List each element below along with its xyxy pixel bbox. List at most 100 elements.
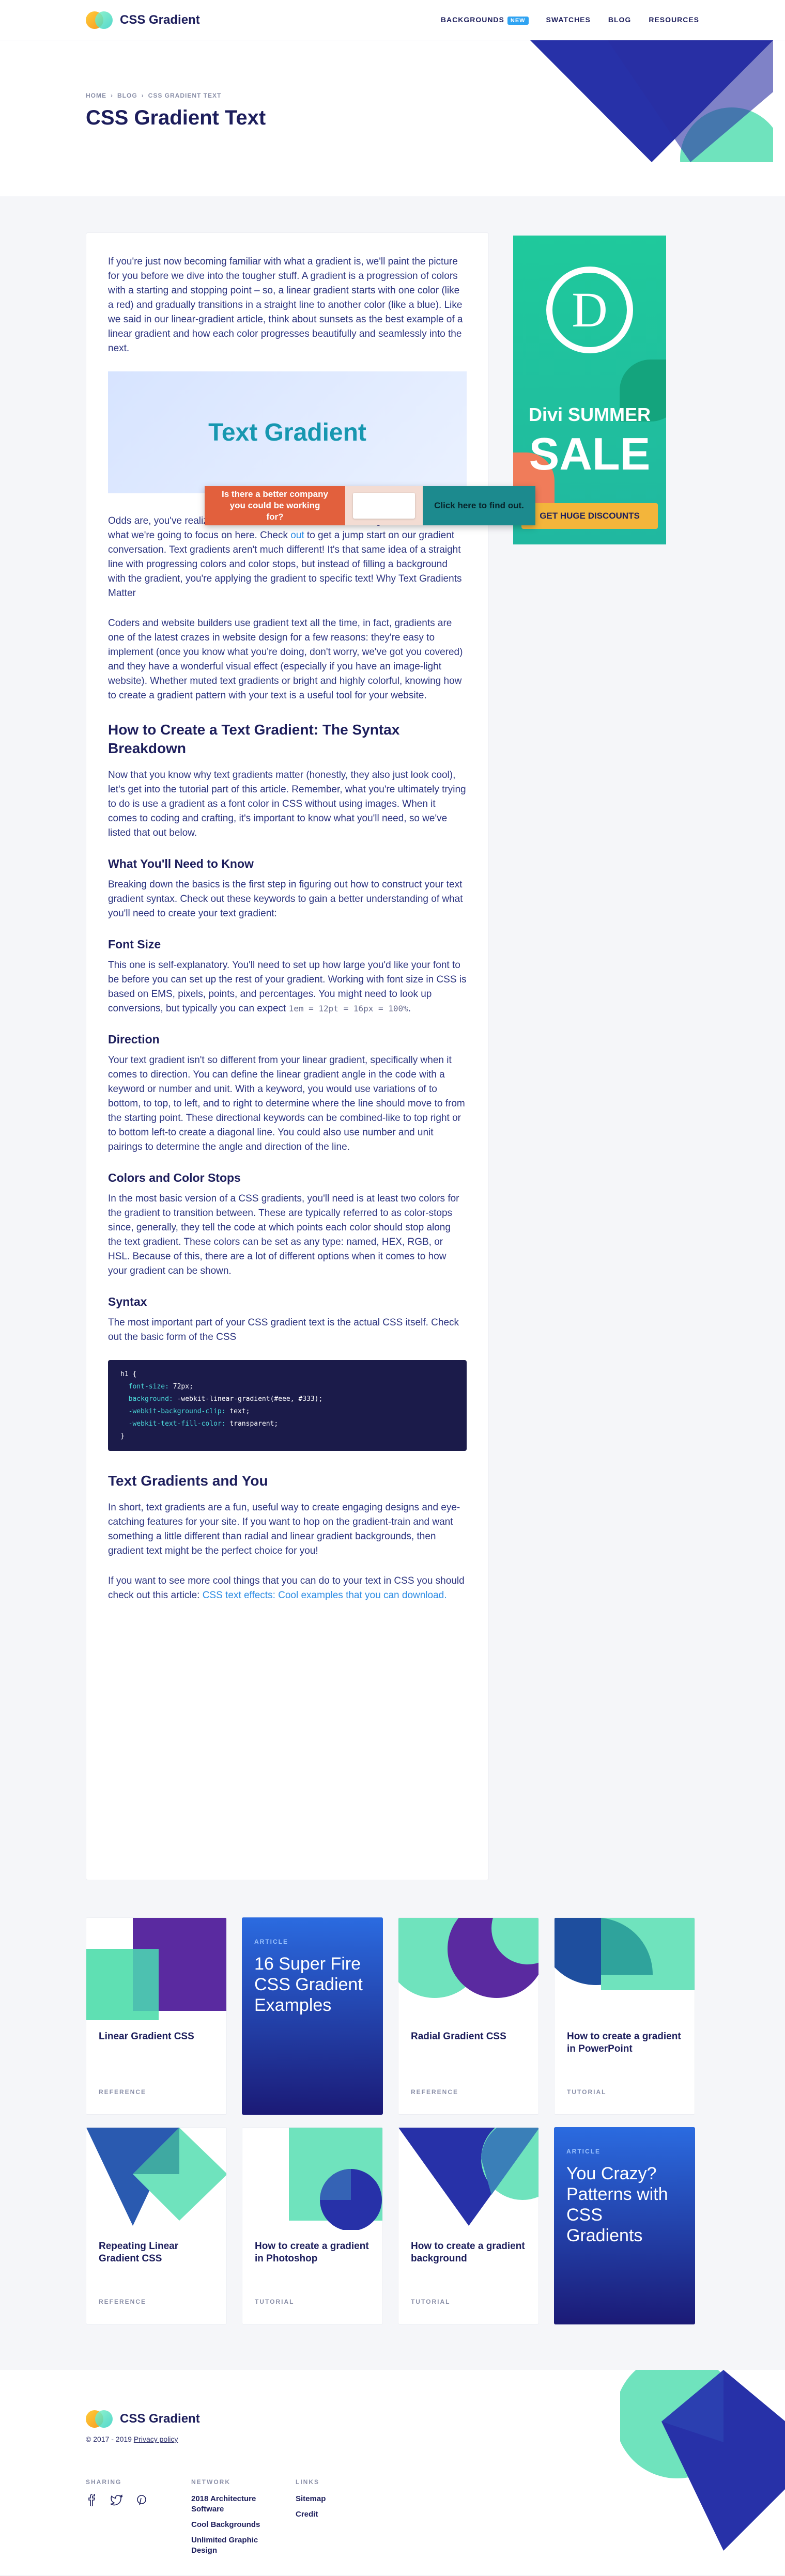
card-title: Repeating Linear Gradient CSS <box>99 2241 179 2264</box>
inline-code: 1em = 12pt = 16px = 100% <box>288 1004 408 1013</box>
code-line: -webkit-background-clip: text; <box>128 1408 250 1415</box>
paragraph: Your text gradient isn't so different fr… <box>108 1055 465 1152</box>
code-block: h1 { font-size: 72px; background: -webki… <box>108 1360 467 1451</box>
breadcrumb: HOME › BLOG › CSS GRADIENT TEXT <box>86 92 222 99</box>
card-powerpoint[interactable]: How to create a gradient in PowerPoint T… <box>554 1917 695 2115</box>
card-art <box>86 2128 226 2226</box>
card-title: How to create a gradient in Photoshop <box>255 2241 369 2264</box>
card-title: Linear Gradient CSS <box>99 2031 194 2042</box>
card-feature-examples[interactable]: ARTICLE 16 Super Fire CSS Gradient Examp… <box>242 1917 383 2115</box>
nav-backgrounds[interactable]: BACKGROUNDS NEW <box>440 15 529 25</box>
card-title: Radial Gradient CSS <box>411 2031 506 2042</box>
inline-link[interactable]: out <box>290 530 304 541</box>
logo-icon <box>86 11 114 29</box>
card-label: ARTICLE <box>254 1938 288 1945</box>
related-cards: Linear Gradient CSS REFERENCE ARTICLE 16… <box>0 1880 785 2370</box>
copyright-text: © 2017 - 2019 <box>86 2435 134 2443</box>
intro-paragraph: If you're just now becoming familiar wit… <box>108 256 463 354</box>
breadcrumb-current: CSS GRADIENT TEXT <box>148 92 222 99</box>
paragraph: If you want to see more cool things that… <box>108 1574 467 1603</box>
subsection-heading: Colors and Color Stops <box>108 1171 241 1184</box>
footer-logo-text: CSS Gradient <box>120 2412 200 2426</box>
code-line: } <box>120 1432 125 1440</box>
card-title: You Crazy? Patterns with CSS Gradients <box>566 2164 668 2245</box>
twitter-icon[interactable] <box>109 2494 124 2506</box>
card-radial-gradient[interactable]: Radial Gradient CSS REFERENCE <box>398 1917 539 2115</box>
card-tag: REFERENCE <box>99 2298 147 2305</box>
card-feature-patterns[interactable]: ARTICLE You Crazy? Patterns with CSS Gra… <box>554 2127 695 2324</box>
footer-heading: LINKS <box>296 2478 319 2486</box>
card-repeating-linear[interactable]: Repeating Linear Gradient CSS REFERENCE <box>86 2127 227 2324</box>
copyright: © 2017 - 2019 Privacy policy <box>86 2435 178 2443</box>
ad-headline: Divi SUMMER <box>528 404 651 425</box>
ad-sale: SALE <box>529 428 651 479</box>
footer-link[interactable]: Cool Backgrounds <box>191 2520 274 2530</box>
paragraph: Odds are, you've realized how beautiful … <box>108 514 467 601</box>
breadcrumb-blog[interactable]: BLOG <box>117 92 137 99</box>
subsection-heading: Syntax <box>108 1295 147 1308</box>
card-tag: TUTORIAL <box>255 2298 295 2305</box>
card-art <box>86 1918 226 2020</box>
subsection-heading: Direction <box>108 1033 160 1046</box>
card-tag: REFERENCE <box>99 2088 147 2096</box>
text-span: . <box>408 1003 411 1014</box>
paragraph: Breaking down the basics is the first st… <box>108 879 463 919</box>
hero-decoration <box>530 40 773 162</box>
card-tag: TUTORIAL <box>411 2298 451 2305</box>
paragraph: Coders and website builders use gradient… <box>108 618 463 701</box>
nav-label: BACKGROUNDS <box>440 15 504 24</box>
facebook-icon[interactable] <box>86 2493 98 2507</box>
site-logo[interactable]: CSS Gradient <box>86 11 200 29</box>
footer-heading: NETWORK <box>191 2478 230 2486</box>
footer-link[interactable]: Sitemap <box>296 2494 378 2504</box>
footer-heading: SHARING <box>86 2478 122 2486</box>
nav-resources[interactable]: RESOURCES <box>649 15 699 24</box>
code-line: h1 { <box>120 1370 137 1378</box>
breadcrumb-home[interactable]: HOME <box>86 92 106 99</box>
footer-logo[interactable]: CSS Gradient <box>86 2410 200 2428</box>
logo-icon <box>86 2410 114 2428</box>
text-span: This one is self-explanatory. You'll nee… <box>108 960 467 1014</box>
promo-banner[interactable]: Is there a better company you could be w… <box>205 486 535 525</box>
article-link[interactable]: CSS text effects: Cool examples that you… <box>203 1590 447 1601</box>
footer-link[interactable]: 2018 Architecture Software <box>191 2494 274 2515</box>
sidebar-ad[interactable]: D Divi SUMMER SALE GET HUGE DISCOUNTS <box>513 236 666 544</box>
card-tag: REFERENCE <box>411 2088 459 2096</box>
divi-logo-letter: D <box>572 282 608 337</box>
footer-links: LINKS Sitemap Credit <box>296 2478 378 2525</box>
paragraph: Now that you know why text gradients mat… <box>108 770 466 838</box>
paragraph: In the most basic version of a CSS gradi… <box>108 1193 459 1276</box>
demo-text: Text Gradient <box>208 418 366 446</box>
card-label: ARTICLE <box>566 2148 601 2155</box>
card-linear-gradient[interactable]: Linear Gradient CSS REFERENCE <box>86 1917 227 2115</box>
hero: HOME › BLOG › CSS GRADIENT TEXT CSS Gradient… <box>0 40 785 196</box>
card-tag: TUTORIAL <box>567 2088 607 2096</box>
footer-decoration <box>620 2370 785 2551</box>
footer-link[interactable]: Credit <box>296 2509 378 2520</box>
card-gradient-background[interactable]: How to create a gradient background TUTO… <box>398 2127 539 2324</box>
nav-blog[interactable]: BLOG <box>608 15 631 24</box>
article: If you're just now becoming familiar wit… <box>86 232 489 1880</box>
main-nav: BACKGROUNDS NEW SWATCHES BLOG RESOURCES <box>440 15 699 25</box>
nav-swatches[interactable]: SWATCHES <box>546 15 591 24</box>
section-heading: How to Create a Text Gradient: The Synta… <box>108 722 400 756</box>
paragraph: This one is self-explanatory. You'll nee… <box>108 958 467 1016</box>
main-content: If you're just now becoming familiar wit… <box>0 196 785 1880</box>
footer-link[interactable]: Unlimited Graphic Design <box>191 2535 274 2556</box>
card-art <box>398 2128 538 2226</box>
page-title: CSS Gradient Text <box>86 106 266 129</box>
card-title: How to create a gradient in PowerPoint <box>567 2031 681 2054</box>
promo-cta[interactable]: Click here to find out. <box>423 486 535 525</box>
card-photoshop[interactable]: How to create a gradient in Photoshop TU… <box>242 2127 383 2324</box>
card-title: 16 Super Fire CSS Gradient Examples <box>254 1954 363 2015</box>
code-line: -webkit-text-fill-color: transparent; <box>128 1420 279 1428</box>
pinterest-icon[interactable] <box>135 2494 148 2506</box>
subsection-heading: Font Size <box>108 938 161 951</box>
card-title: How to create a gradient background <box>411 2241 525 2264</box>
ad-cta-button[interactable]: GET HUGE DISCOUNTS <box>521 503 658 529</box>
subsection-heading: What You'll Need to Know <box>108 857 254 870</box>
promo-image <box>345 486 423 525</box>
privacy-link[interactable]: Privacy policy <box>134 2435 178 2443</box>
text-gradient-demo: Text Gradient <box>108 371 467 493</box>
footer-sharing: SHARING <box>86 2478 148 2507</box>
